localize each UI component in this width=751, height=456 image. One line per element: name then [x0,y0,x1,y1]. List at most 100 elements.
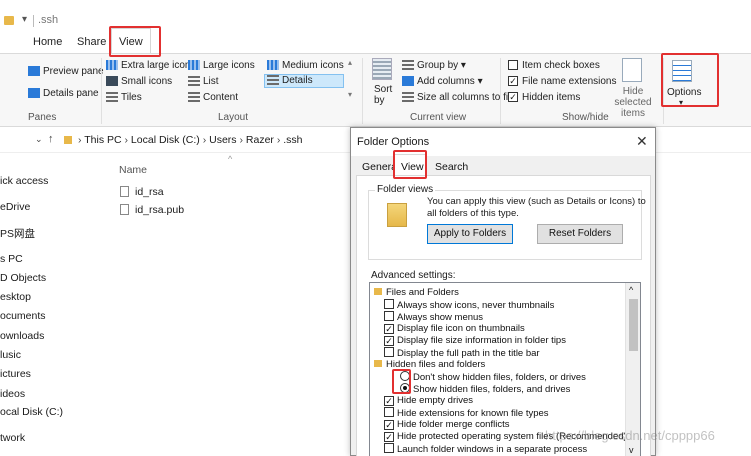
nav-item-downloads[interactable]: ownloads [0,330,100,342]
advanced-setting-label: Always show icons, never thumbnails [397,300,555,311]
breadcrumb-chevron-icon: › [202,134,207,146]
checkbox[interactable] [384,347,394,357]
breadcrumb-folder[interactable]: .ssh [283,134,302,146]
scrollbar-thumb[interactable] [629,299,638,351]
advanced-setting-row[interactable]: Files and Folders [374,287,459,299]
checkbox[interactable]: ✓ [384,420,394,430]
sort-by-icon[interactable] [372,58,392,80]
advanced-settings-label: Advanced settings: [371,270,456,281]
nav-item-netdisk[interactable]: PS网盘 [0,226,100,241]
advanced-setting-label: Hide extensions for known file types [397,408,549,419]
layout-scroll-up-icon[interactable]: ▴ [348,58,352,67]
breadcrumb-chevron-icon: › [124,134,129,146]
ribbon-separator [362,58,363,124]
advanced-setting-row[interactable]: ✓ Display file icon on thumbnails [384,323,525,335]
nav-item-quick-access[interactable]: ick access [0,175,100,187]
file-extensions-toggle[interactable]: ✓ File name extensions [508,76,617,87]
nav-item-onedrive[interactable]: eDrive [0,201,100,213]
group-label-current-view: Current view [410,112,467,123]
breadcrumb-chevron-icon: › [239,134,243,146]
breadcrumb-users[interactable]: Users [209,134,236,146]
checkbox[interactable] [384,443,394,453]
nav-item-videos[interactable]: ideos [0,388,100,400]
nav-item-documents[interactable]: ocuments [0,310,100,322]
checkbox[interactable] [384,311,394,321]
file-item-id-rsa-pub[interactable]: id_rsa.pub [135,204,184,216]
breadcrumb-chevron-icon: › [78,134,82,146]
layout-list[interactable]: List [188,76,219,87]
hide-selected-icon [622,58,642,82]
sort-by-button[interactable]: Sort by [374,84,396,106]
checkbox[interactable] [384,407,394,417]
item-check-boxes-toggle[interactable]: Item check boxes [508,60,600,71]
nav-item-this-pc[interactable]: s PC [0,253,100,265]
layout-expand-icon[interactable]: ▾ [348,90,352,99]
advanced-setting-row[interactable]: Launch folder windows in a separate proc… [384,443,587,455]
file-extensions-checkbox[interactable]: ✓ [508,76,518,87]
advanced-setting-row[interactable]: Display the full path in the title bar [384,347,540,359]
preview-pane-button[interactable]: Preview pane [28,66,104,77]
advanced-setting-row[interactable]: ✓ Display file size information in folder… [384,335,566,347]
close-icon[interactable]: ✕ [636,133,648,150]
advanced-setting-row[interactable]: ✓ Hide folder merge conflicts [384,419,509,431]
dialog-title: Folder Options [357,136,430,148]
advanced-setting-row[interactable]: Always show menus [384,311,483,323]
sort-indicator-icon: ^ [228,154,233,164]
hide-selected-items-button[interactable]: Hide selected items [606,86,660,119]
nav-item-desktop[interactable]: esktop [0,291,100,303]
advanced-setting-row[interactable]: Always show icons, never thumbnails [384,299,554,311]
breadcrumb: › This PC › Local Disk (C:) › Users › Ra… [78,134,303,146]
advanced-setting-label: Don't show hidden files, folders, or dri… [413,372,586,383]
layout-small-icons[interactable]: Small icons [106,76,172,87]
column-header-name[interactable]: Name [119,164,147,176]
advanced-setting-label: Always show menus [397,312,484,323]
highlight-dialog-view-tab [393,150,427,179]
layout-medium-icons[interactable]: Medium icons [267,60,344,71]
layout-tiles[interactable]: Tiles [106,92,142,103]
breadcrumb-this-pc[interactable]: This PC [84,134,121,146]
file-item-id-rsa[interactable]: id_rsa [135,186,164,198]
tab-search[interactable]: Search [430,156,470,176]
tab-general[interactable]: General [356,156,399,176]
size-all-columns-button[interactable]: Size all columns to fit [402,92,511,103]
nav-item-network[interactable]: twork [0,432,100,444]
advanced-setting-row[interactable]: Don't show hidden files, folders, or dri… [400,371,586,383]
reset-folders-button[interactable]: Reset Folders [537,224,623,244]
checkbox[interactable]: ✓ [384,396,394,406]
breadcrumb-disk[interactable]: Local Disk (C:) [131,134,200,146]
advanced-setting-row[interactable]: Show hidden files, folders, and drives [400,383,570,395]
item-check-boxes-checkbox[interactable] [508,60,518,71]
nav-item-local-disk[interactable]: ocal Disk (C:) [0,406,100,418]
checkbox[interactable]: ✓ [384,324,394,334]
chevron-down-icon[interactable]: ⌄ [35,134,43,145]
hidden-items-toggle[interactable]: ✓ Hidden items [508,92,580,103]
advanced-setting-row[interactable]: ✓ Hide empty drives [384,395,473,407]
layout-details[interactable]: Details [264,74,344,88]
breadcrumb-user[interactable]: Razer [246,134,274,146]
nav-item-music[interactable]: lusic [0,349,100,361]
advanced-setting-row[interactable]: Hidden files and folders [374,359,485,371]
apply-to-folders-button[interactable]: Apply to Folders [427,224,513,244]
file-icon [120,204,129,215]
scroll-up-icon[interactable]: ^ [629,285,633,295]
group-by-button[interactable]: Group by ▾ [402,60,466,71]
up-arrow-icon[interactable]: ↑ [48,133,54,145]
checkbox[interactable] [384,299,394,309]
hidden-items-checkbox[interactable]: ✓ [508,92,518,103]
scroll-down-icon[interactable]: v [629,445,634,455]
layout-large-icons[interactable]: Large icons [188,60,255,71]
layout-extra-large-icons[interactable]: Extra large icons [106,60,195,71]
advanced-setting-row[interactable]: Hide extensions for known file types [384,407,549,419]
nav-item-3d-objects[interactable]: D Objects [0,272,100,284]
add-columns-button[interactable]: Add columns ▾ [402,76,483,87]
layout-content[interactable]: Content [188,92,238,103]
view-tab-panel: Folder views You can apply this view (su… [356,175,651,456]
checkbox[interactable]: ✓ [384,432,394,442]
checkbox[interactable]: ✓ [384,336,394,346]
quick-access-dropdown-icon[interactable]: ▾ [22,14,27,25]
tab-share[interactable]: Share [77,36,106,48]
details-pane-button[interactable]: Details pane [28,88,99,99]
nav-item-pictures[interactable]: ictures [0,368,100,380]
tab-home[interactable]: Home [33,36,62,48]
highlight-view-tab [109,26,161,57]
